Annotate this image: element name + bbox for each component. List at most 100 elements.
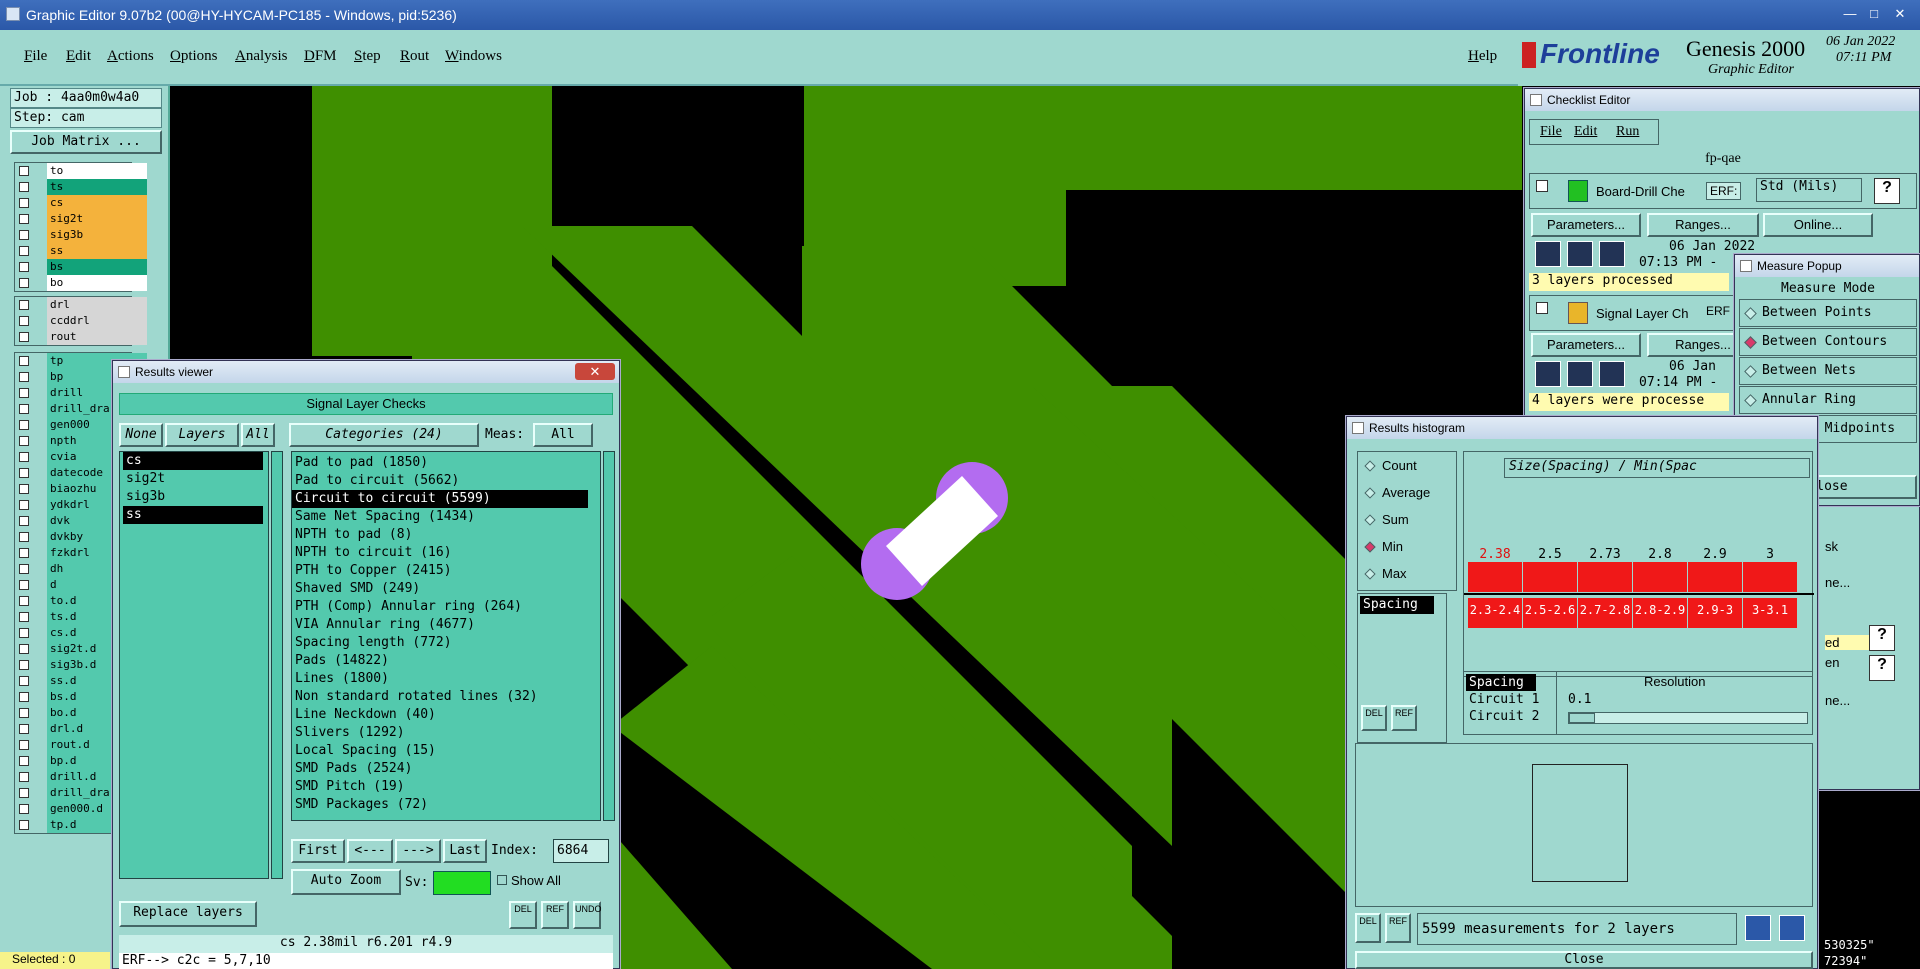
histogram-close-button[interactable]: Close (1355, 951, 1813, 969)
checklist-menu-edit[interactable]: Edit (1574, 124, 1597, 140)
layer-checkbox[interactable] (19, 516, 29, 526)
menu-rout[interactable]: Rout (400, 48, 429, 65)
category-item[interactable]: Spacing length (772) (292, 634, 588, 652)
layer-checkbox[interactable] (19, 644, 29, 654)
category-item[interactable]: Slivers (1292) (292, 724, 588, 742)
result-layer-cs[interactable]: cs (123, 452, 263, 470)
layer-checkbox[interactable] (19, 316, 29, 326)
stat-option[interactable]: Max (1358, 560, 1456, 587)
layer-checkbox[interactable] (19, 356, 29, 366)
run-icon[interactable] (1535, 241, 1561, 267)
layer-checkbox[interactable] (19, 548, 29, 558)
layer-checkbox[interactable] (19, 420, 29, 430)
ranges-button[interactable]: Ranges... (1647, 213, 1759, 237)
layer-checkbox[interactable] (19, 198, 29, 208)
result-layer-sig2t[interactable]: sig2t (123, 470, 263, 488)
category-item[interactable]: Line Neckdown (40) (292, 706, 588, 724)
layer-checkbox[interactable] (19, 740, 29, 750)
layer-row-ss[interactable]: ss (15, 243, 147, 259)
histogram-bar[interactable] (1743, 562, 1797, 592)
category-item[interactable]: Non standard rotated lines (32) (292, 688, 588, 706)
category-item[interactable]: VIA Annular ring (4677) (292, 616, 588, 634)
layer-checkbox[interactable] (19, 500, 29, 510)
category-item[interactable]: Circuit to circuit (5599) (292, 490, 588, 508)
stat-option[interactable]: Count (1358, 452, 1456, 479)
run-icon[interactable] (1599, 241, 1625, 267)
category-item[interactable]: Shaved SMD (249) (292, 580, 588, 598)
layer-checkbox[interactable] (19, 468, 29, 478)
sv-color-select[interactable] (433, 871, 491, 895)
meas-select[interactable]: All (533, 423, 593, 447)
category-list[interactable]: Pad to pad (1850) Pad to circuit (5662) Ci… (291, 451, 601, 821)
layer-row-drl[interactable]: drl (15, 297, 147, 313)
hist-ref-button-2[interactable]: REF (1385, 913, 1411, 943)
category-item[interactable]: Local Spacing (15) (292, 742, 588, 760)
hist-field[interactable]: Circuit 1 (1466, 691, 1552, 708)
row-checkbox[interactable] (1536, 180, 1548, 192)
category-item[interactable]: SMD Pads (2524) (292, 760, 588, 778)
layer-checkbox[interactable] (19, 612, 29, 622)
maximize-icon[interactable]: □ (1862, 4, 1886, 24)
none-button[interactable]: None (119, 423, 163, 447)
layer-checkbox[interactable] (19, 788, 29, 798)
online-button[interactable]: Online... (1763, 213, 1873, 237)
result-layer-ss[interactable]: ss (123, 506, 263, 524)
category-item[interactable]: NPTH to pad (8) (292, 526, 588, 544)
menu-edit[interactable]: Edit (66, 48, 91, 65)
layer-list[interactable]: cs sig2t sig3b ss (119, 451, 269, 879)
layer-checkbox[interactable] (19, 724, 29, 734)
layer-checkbox[interactable] (19, 660, 29, 670)
layer-list-scrollbar[interactable] (271, 451, 283, 879)
measure-option[interactable]: Between Nets (1739, 357, 1917, 385)
layer-checkbox[interactable] (19, 676, 29, 686)
resolution-slider[interactable] (1568, 712, 1808, 724)
undo-button[interactable]: UNDO (573, 901, 602, 929)
layer-checkbox[interactable] (19, 214, 29, 224)
layer-row-ccddrl[interactable]: ccddrl (15, 313, 147, 329)
histogram-chart[interactable]: 2.38 2.3-2.4 2.5 2.5-2.6 2.73 2.7-2.8 2.8 2.8-2… (1464, 548, 1814, 658)
run-icon[interactable] (1535, 361, 1561, 387)
histogram-bar[interactable] (1633, 562, 1687, 592)
category-item[interactable]: PTH (Comp) Annular ring (264) (292, 598, 588, 616)
layer-checkbox[interactable] (19, 262, 29, 272)
category-item[interactable]: Lines (1800) (292, 670, 588, 688)
categories-button[interactable]: Categories (24) (289, 423, 479, 447)
minimize-icon[interactable]: — (1838, 4, 1862, 24)
measure-option[interactable]: Between Points (1739, 299, 1917, 327)
hist-field[interactable]: Circuit 2 (1466, 708, 1552, 725)
job-matrix-button[interactable]: Job Matrix ... (10, 130, 162, 154)
measure-popup-titlebar[interactable]: Measure Popup (1735, 255, 1919, 277)
menu-step[interactable]: Step (354, 48, 381, 65)
export-icon[interactable] (1745, 915, 1771, 941)
layer-row-to[interactable]: to (15, 163, 147, 179)
layer-checkbox[interactable] (19, 564, 29, 574)
checklist-menu-run[interactable]: Run (1616, 124, 1639, 140)
layer-checkbox[interactable] (19, 628, 29, 638)
row-checkbox[interactable] (1536, 302, 1548, 314)
help-button[interactable]: ? (1869, 625, 1895, 651)
layer-checkbox[interactable] (19, 596, 29, 606)
last-button[interactable]: Last (443, 839, 487, 863)
layer-row-sig2t[interactable]: sig2t (15, 211, 147, 227)
layer-checkbox[interactable] (19, 404, 29, 414)
category-item[interactable]: PTH to Copper (2415) (292, 562, 588, 580)
layer-checkbox[interactable] (19, 484, 29, 494)
layer-row-bs[interactable]: bs (15, 259, 147, 275)
histogram-bar[interactable] (1523, 562, 1577, 592)
histogram-bar[interactable] (1688, 562, 1742, 592)
help-button[interactable]: ? (1874, 178, 1900, 204)
layer-row-cs[interactable]: cs (15, 195, 147, 211)
stat-option[interactable]: Average (1358, 479, 1456, 506)
layer-checkbox[interactable] (19, 246, 29, 256)
layer-checkbox[interactable] (19, 692, 29, 702)
layer-checkbox[interactable] (19, 708, 29, 718)
measure-option[interactable]: Between Contours (1739, 328, 1917, 356)
histogram-bar[interactable] (1468, 562, 1522, 592)
layer-checkbox[interactable] (19, 372, 29, 382)
layer-row-rout[interactable]: rout (15, 329, 147, 345)
layer-checkbox[interactable] (19, 166, 29, 176)
checklist-editor-titlebar[interactable]: Checklist Editor (1525, 89, 1919, 111)
run-icon[interactable] (1567, 241, 1593, 267)
close-icon[interactable]: ✕ (575, 363, 615, 380)
layer-checkbox[interactable] (19, 804, 29, 814)
